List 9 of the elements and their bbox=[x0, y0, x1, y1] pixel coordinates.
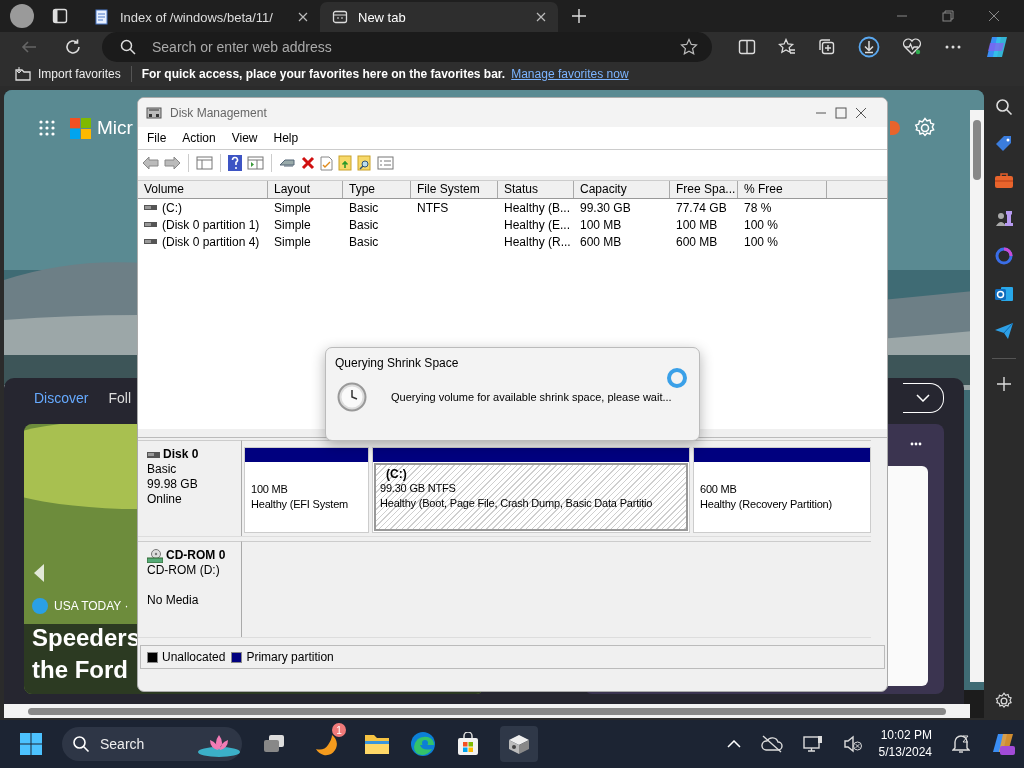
clock[interactable]: 10:02 PM 5/13/2024 bbox=[878, 727, 932, 761]
notification-badge: 1 bbox=[332, 723, 346, 737]
manage-favorites-link[interactable]: Manage favorites now bbox=[511, 67, 629, 82]
taskbar-search[interactable]: Search bbox=[62, 727, 242, 761]
browser-tab[interactable]: New tab bbox=[320, 2, 558, 32]
address-bar[interactable]: Search or enter web address bbox=[102, 32, 712, 63]
favorites-hint: For quick access, place your favorites here on the favorites bar. bbox=[141, 67, 506, 82]
import-favorites-button[interactable]: Import favorites bbox=[14, 66, 121, 83]
browser-tab[interactable]: Index of /windows/beta/11/ bbox=[82, 2, 320, 32]
